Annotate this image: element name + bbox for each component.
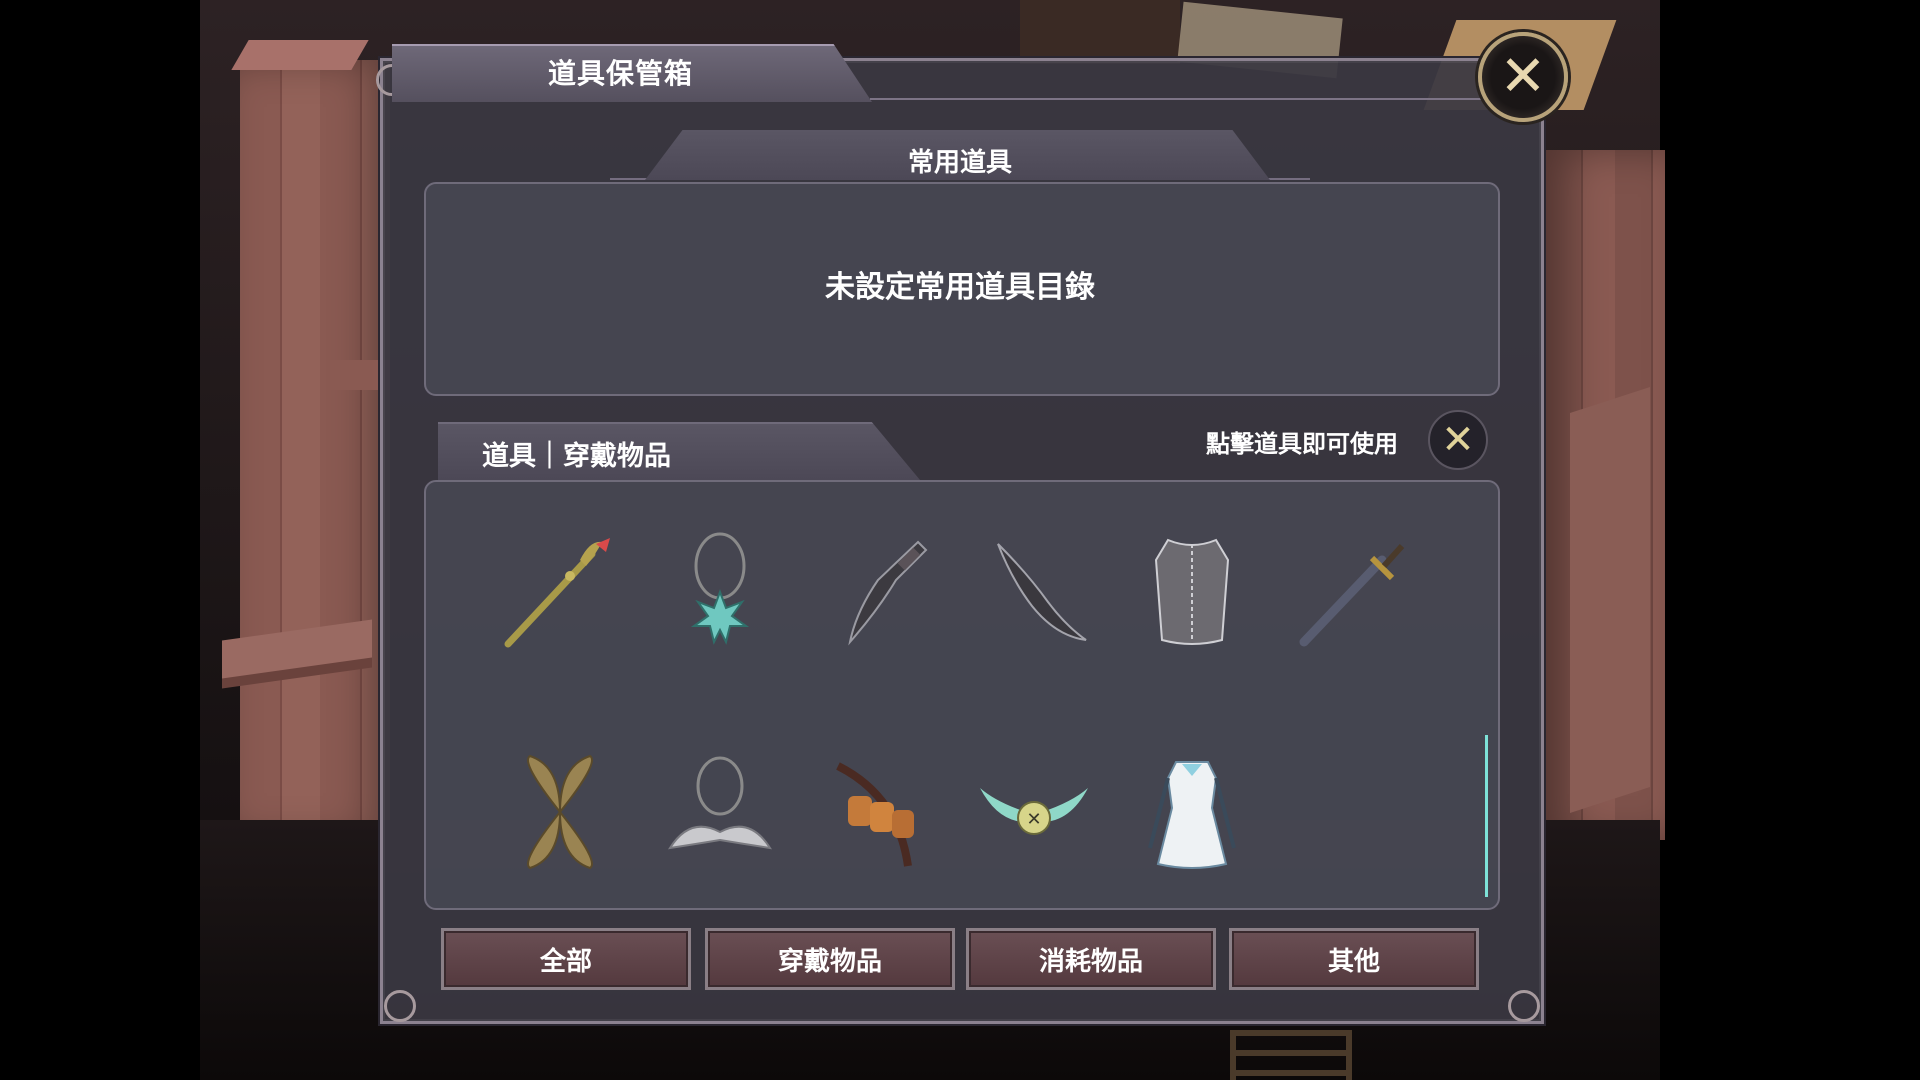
favorites-empty-message: 未設定常用道具目錄 bbox=[825, 270, 1095, 305]
scrollbar[interactable] bbox=[1485, 735, 1488, 897]
item-slot[interactable] bbox=[1132, 530, 1252, 650]
item-slot[interactable] bbox=[974, 530, 1094, 650]
item-slot[interactable] bbox=[660, 530, 780, 650]
item-slot[interactable]: ✕ bbox=[974, 752, 1094, 872]
star-pendant-icon bbox=[690, 532, 750, 645]
filter-all-button[interactable]: 全部 bbox=[441, 928, 691, 990]
staff-icon bbox=[504, 538, 610, 648]
ladder bbox=[1230, 1030, 1352, 1080]
item-slot[interactable] bbox=[818, 752, 938, 872]
chainmail-vest-icon bbox=[1154, 538, 1230, 645]
svg-text:✕: ✕ bbox=[1026, 809, 1041, 830]
dark-blade-icon bbox=[848, 540, 928, 646]
longsword-icon bbox=[1299, 543, 1405, 647]
corner-ornament bbox=[384, 990, 416, 1022]
favorites-title: 常用道具 bbox=[907, 148, 1012, 178]
curved-dagger-icon bbox=[997, 543, 1087, 641]
item-slot[interactable] bbox=[1290, 530, 1410, 650]
hint-button[interactable]: ✕ bbox=[1428, 410, 1488, 470]
filter-equipment-button[interactable]: 穿戴物品 bbox=[705, 928, 955, 990]
filter-consumables-button[interactable]: 消耗物品 bbox=[966, 928, 1216, 990]
item-slot[interactable] bbox=[500, 530, 620, 650]
corner-ornament bbox=[1508, 990, 1540, 1022]
wing-necklace-icon bbox=[667, 756, 773, 850]
bookshelf bbox=[1020, 0, 1180, 64]
wooden-wings-icon bbox=[527, 754, 593, 870]
white-dress-icon bbox=[1148, 761, 1236, 869]
item-slot[interactable] bbox=[1132, 752, 1252, 872]
item-slot[interactable] bbox=[818, 530, 938, 650]
filter-other-button[interactable]: 其他 bbox=[1229, 928, 1479, 990]
cross-icon: ✕ bbox=[1441, 417, 1475, 463]
pouch-belt-icon bbox=[836, 762, 914, 867]
right-wall-panel bbox=[1570, 387, 1650, 813]
items-category-label: 道具｜穿戴物品 bbox=[482, 441, 671, 472]
close-button[interactable]: ✕ bbox=[1478, 32, 1568, 122]
left-wall-cap bbox=[231, 40, 369, 70]
item-slot[interactable] bbox=[660, 752, 780, 872]
close-icon: ✕ bbox=[1499, 44, 1547, 109]
use-hint: 點擊道具即可使用 bbox=[1206, 430, 1398, 458]
winged-charm-icon: ✕ bbox=[980, 788, 1088, 835]
window-title: 道具保管箱 bbox=[548, 57, 694, 90]
item-slot[interactable] bbox=[500, 752, 620, 872]
title-divider bbox=[870, 98, 1490, 100]
